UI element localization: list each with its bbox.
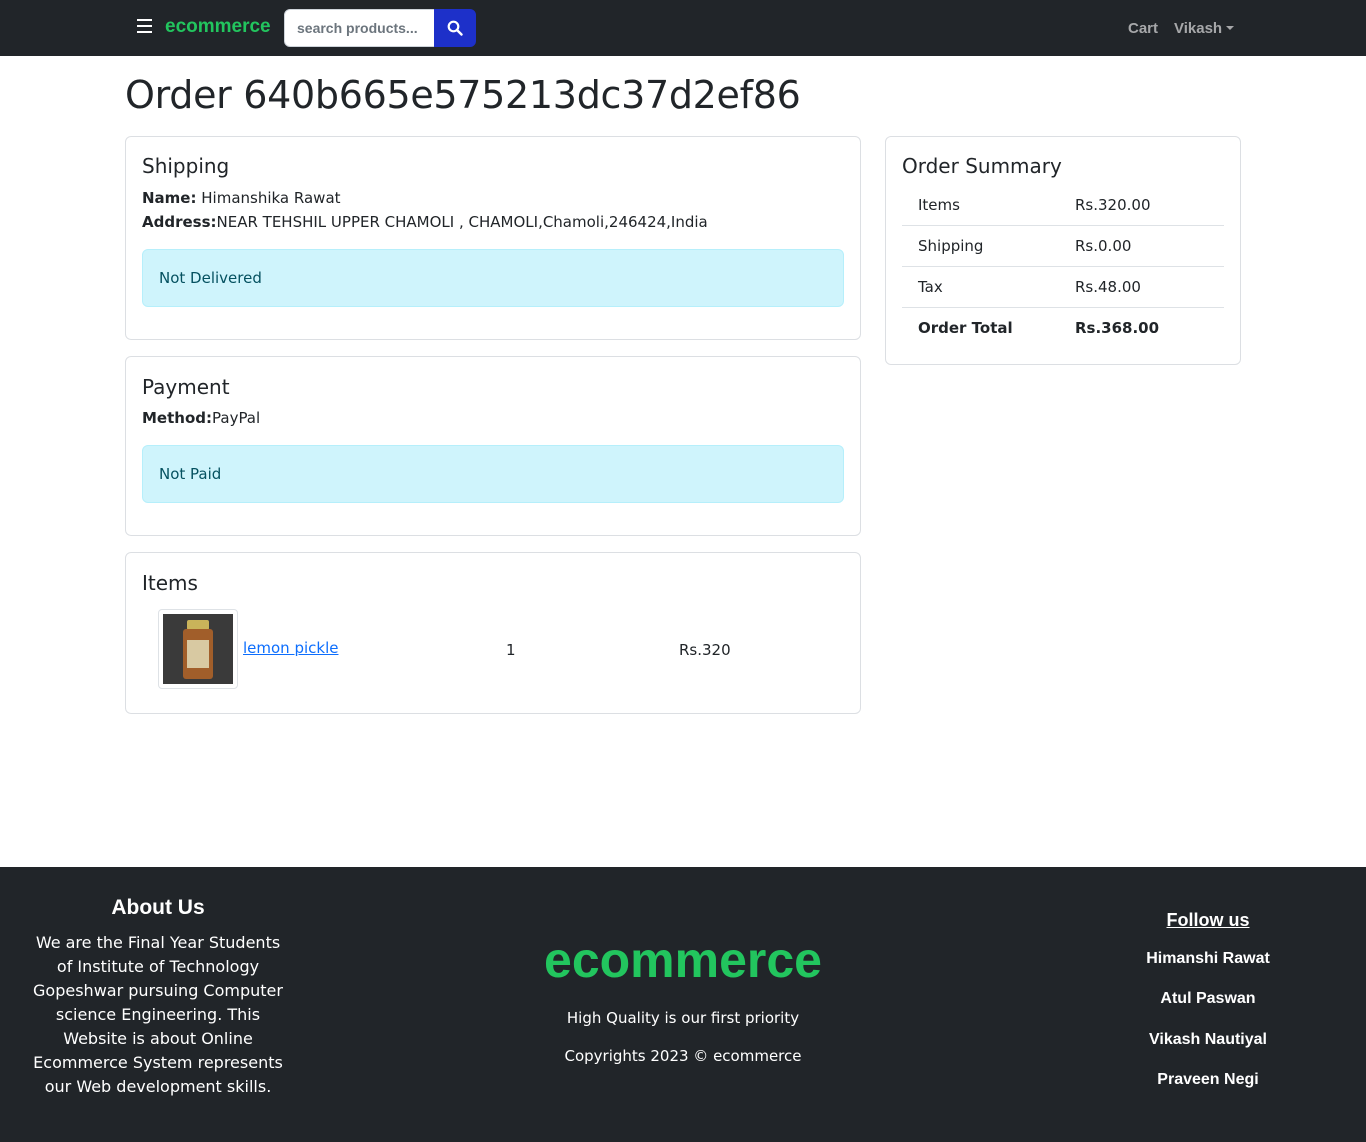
name-label: Name: [142,189,197,207]
summary-row-shipping: Shipping Rs.0.00 [902,226,1224,267]
item-price: Rs.320 [679,641,731,659]
address-value: NEAR TEHSHIL UPPER CHAMOLI , CHAMOLI,Cha… [216,213,708,231]
search-icon [447,20,463,36]
member-link[interactable]: Atul Paswan [1108,990,1308,1008]
product-image [163,614,233,684]
delivery-status-alert: Not Delivered [142,249,844,307]
summary-label: Order Total [918,319,1013,337]
summary-value: Rs.320.00 [1075,196,1151,214]
product-thumbnail [158,609,238,689]
navbar: ecommerce Cart Vikash [0,0,1366,56]
order-summary-heading: Order Summary [902,154,1062,178]
page-title: Order 640b665e575213dc37d2ef86 [125,73,801,117]
member-link[interactable]: Vikash Nautiyal [1108,1031,1308,1049]
search-input[interactable] [284,9,436,47]
summary-value: Rs.0.00 [1075,237,1132,255]
chevron-down-icon [1226,26,1235,30]
follow-title: Follow us [1166,910,1250,930]
menu-icon[interactable] [137,19,152,33]
member-link[interactable]: Praveen Negi [1108,1071,1308,1089]
item-quantity: 1 [506,641,516,659]
items-card: Items lemon pickle 1 Rs.320 [125,552,861,714]
about-text: We are the Final Year Students of Instit… [33,933,283,1096]
summary-row-items: Items Rs.320.00 [902,185,1224,226]
user-name: Vikash [1174,20,1223,37]
shipping-address: Address:NEAR TEHSHIL UPPER CHAMOLI , CHA… [142,213,708,231]
method-label: Method: [142,409,212,427]
payment-heading: Payment [142,375,230,399]
method-value: PayPal [212,409,261,427]
shipping-heading: Shipping [142,154,230,178]
user-dropdown[interactable]: Vikash [1174,20,1235,37]
payment-card: Payment Method:PayPal Not Paid [125,356,861,536]
member-link[interactable]: Himanshi Rawat [1108,950,1308,968]
shipping-name: Name: Himanshika Rawat [142,189,341,207]
footer: About Us We are the Final Year Students … [0,867,1366,1142]
summary-label: Tax [918,278,943,296]
payment-method: Method:PayPal [142,409,260,427]
summary-label: Shipping [918,237,984,255]
product-link[interactable]: lemon pickle [243,639,338,657]
summary-row-total: Order Total Rs.368.00 [902,308,1224,349]
footer-copyright: Copyrights 2023 © ecommerce [564,1047,802,1065]
brand-logo[interactable]: ecommerce [165,16,271,38]
items-heading: Items [142,571,198,595]
about-title: About Us [111,896,205,919]
order-summary-card: Order Summary Items Rs.320.00 Shipping R… [885,136,1241,365]
footer-tagline: High Quality is our first priority [566,1009,800,1027]
payment-status-alert: Not Paid [142,445,844,503]
search-button[interactable] [434,9,476,47]
shipping-card: Shipping Name: Himanshika Rawat Address:… [125,136,861,340]
summary-label: Items [918,196,960,214]
footer-brand: ecommerce [544,932,822,988]
address-label: Address: [142,213,217,231]
cart-link[interactable]: Cart [1128,20,1158,37]
summary-row-tax: Tax Rs.48.00 [902,267,1224,308]
summary-value: Rs.368.00 [1075,319,1160,337]
summary-value: Rs.48.00 [1075,278,1141,296]
name-value: Himanshika Rawat [201,189,341,207]
